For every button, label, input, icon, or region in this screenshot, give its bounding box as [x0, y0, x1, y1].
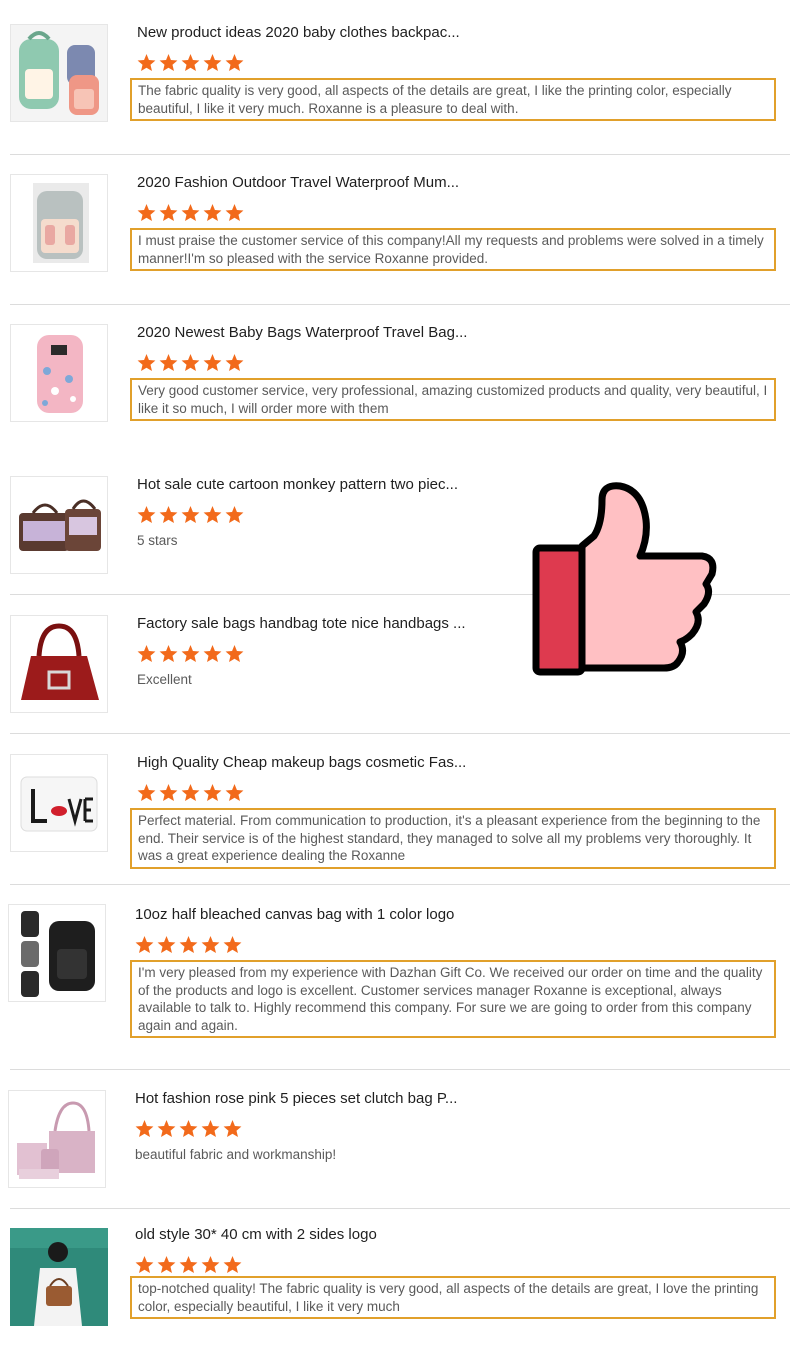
review-comment: The fabric quality is very good, all asp… [130, 78, 776, 121]
review-comment: beautiful fabric and workmanship! [135, 1147, 337, 1162]
review-item: 2020 Fashion Outdoor Travel Waterproof M… [0, 150, 790, 305]
product-thumbnail[interactable] [10, 615, 108, 713]
star-icon [203, 645, 222, 663]
star-icon [137, 645, 156, 663]
star-icon [223, 936, 242, 954]
review-item: old style 30* 40 cm with 2 sides logo to… [0, 1204, 790, 1346]
bag-set-image [11, 477, 107, 573]
product-thumbnail[interactable] [10, 324, 108, 422]
star-icon [159, 506, 178, 524]
bag-set-image [9, 1091, 105, 1187]
star-icon [225, 354, 244, 372]
star-icon [135, 1256, 154, 1274]
star-rating [137, 204, 244, 222]
product-thumbnail[interactable] [10, 24, 108, 122]
review-item: 2020 Newest Baby Bags Waterproof Travel … [0, 300, 790, 455]
star-icon [157, 936, 176, 954]
product-thumbnail[interactable] [8, 1090, 106, 1188]
star-icon [135, 936, 154, 954]
product-thumbnail[interactable] [10, 1228, 108, 1326]
star-icon [181, 645, 200, 663]
star-icon [203, 204, 222, 222]
review-item: New product ideas 2020 baby clothes back… [0, 0, 790, 155]
product-thumbnail[interactable] [10, 174, 108, 272]
review-item: High Quality Cheap makeup bags cosmetic … [0, 730, 790, 885]
star-icon [159, 204, 178, 222]
star-icon [201, 1120, 220, 1138]
review-comment: I must praise the customer service of th… [130, 228, 776, 271]
laptop-backpack-image [9, 905, 105, 1001]
star-rating [137, 54, 244, 72]
star-icon [203, 54, 222, 72]
review-comment: Perfect material. From communication to … [130, 808, 776, 869]
product-title[interactable]: Hot sale cute cartoon monkey pattern two… [137, 476, 482, 493]
star-rating [135, 1256, 242, 1274]
star-rating [137, 784, 244, 802]
star-icon [181, 54, 200, 72]
star-icon [157, 1120, 176, 1138]
star-icon [159, 54, 178, 72]
star-icon [201, 1256, 220, 1274]
star-icon [157, 1256, 176, 1274]
star-rating [137, 645, 244, 663]
star-icon [181, 784, 200, 802]
star-icon [225, 784, 244, 802]
star-icon [179, 1256, 198, 1274]
diaper-backpack-image [11, 325, 107, 421]
review-item: Hot fashion rose pink 5 pieces set clutc… [0, 1066, 790, 1209]
product-title[interactable]: High Quality Cheap makeup bags cosmetic … [137, 754, 482, 771]
cosmetic-bag-image [11, 755, 107, 851]
product-thumbnail[interactable] [10, 476, 108, 574]
product-thumbnail[interactable] [8, 904, 106, 1002]
model-photo-image [10, 1228, 108, 1326]
thumbs-up-icon [532, 482, 717, 676]
diaper-backpack-image [11, 25, 107, 121]
product-title[interactable]: 2020 Newest Baby Bags Waterproof Travel … [137, 324, 482, 341]
product-title[interactable]: 2020 Fashion Outdoor Travel Waterproof M… [137, 174, 482, 191]
star-icon [179, 1120, 198, 1138]
star-icon [203, 784, 222, 802]
review-comment: 5 stars [137, 533, 178, 548]
diaper-backpack-image [11, 175, 107, 271]
product-title[interactable]: Factory sale bags handbag tote nice hand… [137, 615, 482, 632]
star-icon [135, 1120, 154, 1138]
star-rating [135, 936, 242, 954]
product-title[interactable]: old style 30* 40 cm with 2 sides logo [135, 1226, 480, 1243]
review-item: 10oz half bleached canvas bag with 1 col… [0, 880, 790, 1070]
star-icon [179, 936, 198, 954]
star-rating [137, 354, 244, 372]
product-title[interactable]: Hot fashion rose pink 5 pieces set clutc… [135, 1090, 480, 1107]
star-icon [159, 645, 178, 663]
star-icon [137, 506, 156, 524]
star-icon [203, 354, 222, 372]
handbag-image [11, 616, 107, 712]
star-icon [159, 354, 178, 372]
star-icon [201, 936, 220, 954]
star-icon [181, 354, 200, 372]
star-icon [223, 1120, 242, 1138]
star-rating [135, 1120, 242, 1138]
star-icon [225, 506, 244, 524]
star-icon [159, 784, 178, 802]
star-icon [181, 506, 200, 524]
star-icon [181, 204, 200, 222]
star-icon [225, 54, 244, 72]
star-rating [137, 506, 244, 524]
product-thumbnail[interactable] [10, 754, 108, 852]
review-comment: I'm very pleased from my experience with… [130, 960, 776, 1038]
star-icon [137, 54, 156, 72]
review-comment: Excellent [137, 672, 192, 687]
star-icon [223, 1256, 242, 1274]
star-icon [137, 784, 156, 802]
product-title[interactable]: 10oz half bleached canvas bag with 1 col… [135, 906, 480, 923]
star-icon [225, 204, 244, 222]
star-icon [203, 506, 222, 524]
star-icon [225, 645, 244, 663]
review-comment: top-notched quality! The fabric quality … [130, 1276, 776, 1319]
star-icon [137, 354, 156, 372]
product-title[interactable]: New product ideas 2020 baby clothes back… [137, 24, 482, 41]
star-icon [137, 204, 156, 222]
review-comment: Very good customer service, very profess… [130, 378, 776, 421]
